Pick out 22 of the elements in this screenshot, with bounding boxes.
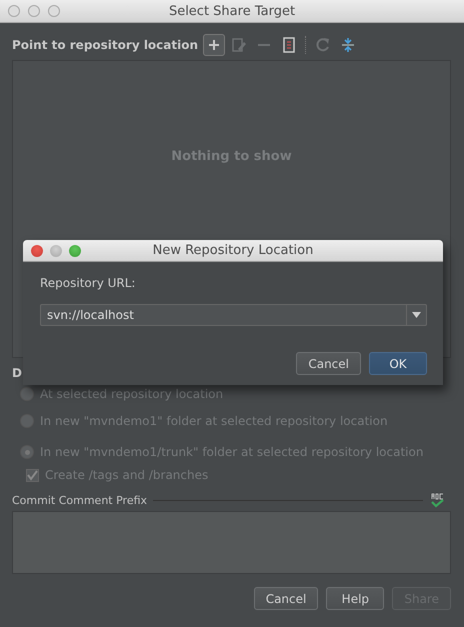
window-control[interactable] <box>69 244 81 256</box>
edit-icon <box>230 36 248 54</box>
dropdown-arrow-icon <box>412 312 421 318</box>
window-control[interactable] <box>28 5 40 17</box>
field-label: Commit Comment Prefix <box>12 494 148 506</box>
window-control[interactable] <box>48 5 60 17</box>
dialog-button[interactable]: Cancel <box>254 587 318 610</box>
dialog-title: New Repository Location <box>152 243 314 258</box>
window-title: Select Share Target <box>168 4 296 18</box>
spellcheck-icon <box>429 492 445 508</box>
dialog-button[interactable]: Cancel <box>296 352 361 375</box>
checkmark-icon <box>27 470 38 480</box>
dialog-button[interactable]: OK <box>369 352 427 375</box>
add-button[interactable] <box>203 34 226 56</box>
section-title: D <box>12 366 22 382</box>
window-control[interactable] <box>8 5 20 17</box>
window-control[interactable] <box>31 244 43 256</box>
comment-field[interactable] <box>12 511 451 574</box>
dialog-button[interactable]: Help <box>326 587 384 610</box>
window-control[interactable] <box>50 244 62 256</box>
section-title: Point to repository location <box>12 38 198 52</box>
field-label: Repository URL: <box>40 276 136 292</box>
